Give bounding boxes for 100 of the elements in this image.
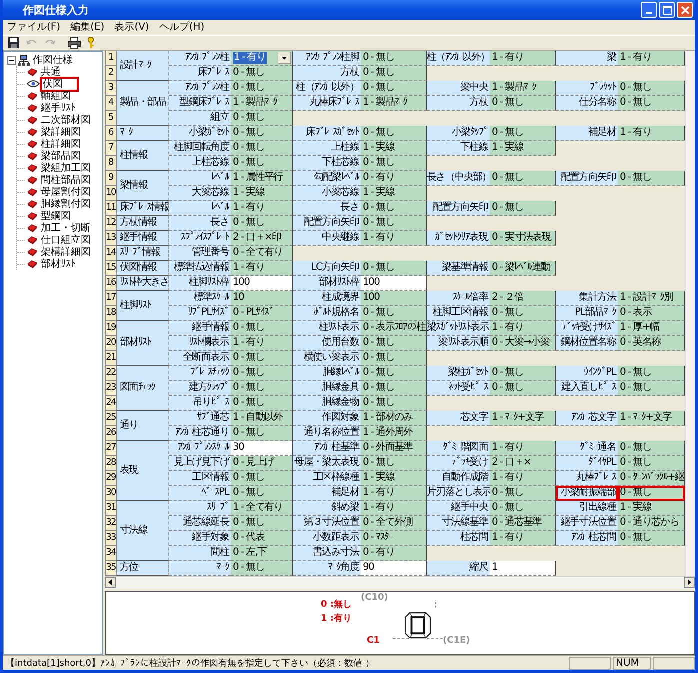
value-field[interactable]: 0 - 無し bbox=[618, 441, 685, 456]
value-field[interactable]: 0 - 無し bbox=[618, 381, 685, 396]
value-field[interactable]: 1 - 厚+幅 bbox=[618, 321, 685, 336]
value-field[interactable]: 0 - 無し bbox=[490, 366, 556, 381]
value-field[interactable]: 0 - 無し bbox=[231, 126, 293, 141]
value-field[interactable]: 0 - 無し bbox=[231, 321, 293, 336]
value-field[interactable]: 1 - 有り bbox=[361, 486, 427, 501]
value-field[interactable]: 0 - 無し bbox=[490, 381, 556, 396]
value-field[interactable]: 30 bbox=[231, 441, 293, 456]
value-field[interactable]: 0 - 無し bbox=[618, 456, 685, 471]
value-field[interactable]: 1 - 製品ﾏｰｸ bbox=[490, 81, 556, 96]
value-field[interactable]: 0 - 無し bbox=[361, 456, 427, 471]
value-field[interactable]: 1 - 設計ﾏｰｸ別 bbox=[618, 291, 685, 306]
value-field[interactable]: 0 - 無し bbox=[231, 141, 293, 156]
value-field[interactable]: 0 - 無し bbox=[361, 156, 427, 171]
value-field[interactable]: 1 - 製品ﾏｰｸ bbox=[231, 96, 293, 111]
menu-item[interactable]: ヘルプ(H) bbox=[159, 21, 205, 34]
value-field[interactable]: 1 - 実線 bbox=[231, 186, 293, 201]
value-field[interactable]: 0 - 無し bbox=[231, 471, 293, 486]
value-field[interactable]: 0 - 無し bbox=[490, 96, 556, 111]
value-field[interactable]: 0 - 無し bbox=[361, 396, 427, 411]
value-field[interactable]: 1 - 有り bbox=[490, 51, 556, 66]
value-field[interactable]: 0 - 無し bbox=[231, 366, 293, 381]
value-field[interactable]: 1 - 部材のみ bbox=[361, 411, 427, 426]
value-field[interactable]: 0 - 無し bbox=[361, 366, 427, 381]
value-field[interactable]: 1 - 実線 bbox=[361, 471, 427, 486]
value-field[interactable]: 0 - 無し bbox=[618, 96, 685, 111]
value-field[interactable]: 0 - 全て有り bbox=[231, 246, 293, 261]
value-field[interactable]: 0 - 無し bbox=[618, 81, 685, 96]
tree-item[interactable]: 母屋割付図 bbox=[40, 186, 92, 198]
value-field[interactable]: 1 - 実線 bbox=[361, 186, 427, 201]
value-field[interactable]: 2 - 口＋× bbox=[490, 456, 556, 471]
value-field[interactable]: 0 - 無し bbox=[618, 531, 685, 546]
value-field[interactable]: 0 - 英名称 bbox=[618, 336, 685, 351]
value-field[interactable]: 0 - 無し bbox=[361, 381, 427, 396]
value-field[interactable]: 0 - 無し bbox=[361, 336, 427, 351]
value-field[interactable]: 1 - 有り bbox=[618, 126, 685, 141]
key-icon[interactable] bbox=[87, 37, 95, 49]
value-field[interactable]: 2 - ２倍 bbox=[490, 291, 556, 306]
value-field[interactable]: 0 - 通り芯から bbox=[618, 516, 685, 531]
value-field[interactable]: 0 - 無し bbox=[618, 366, 685, 381]
close-button[interactable] bbox=[677, 2, 693, 18]
save-icon[interactable] bbox=[8, 37, 20, 49]
value-field[interactable]: 1 - 自動以外 bbox=[231, 411, 293, 426]
value-field[interactable]: 0 - 表示 bbox=[618, 306, 685, 321]
value-field[interactable]: 1 - ﾏｰｸ+文字 bbox=[490, 411, 556, 426]
value-field[interactable]: 100 bbox=[361, 291, 427, 306]
value-field[interactable]: 1 - 製品ﾏｰｸ bbox=[361, 96, 427, 111]
value-field[interactable]: 0 - 梁ﾚﾍﾞﾙ連動 bbox=[490, 261, 556, 276]
value-field[interactable]: 0 - 無し bbox=[490, 126, 556, 141]
maximize-button[interactable] bbox=[659, 2, 675, 18]
tree-item[interactable]: 共通 bbox=[40, 66, 62, 78]
value-field[interactable]: 90 bbox=[361, 561, 427, 576]
value-field[interactable]: 1 - 有り bbox=[231, 261, 293, 276]
tree-item[interactable]: 部材ﾘｽﾄ bbox=[40, 258, 77, 270]
value-field[interactable]: 1 - 実線 bbox=[490, 141, 556, 156]
value-field[interactable]: 0 - 無し bbox=[618, 171, 685, 186]
tree-item[interactable]: 胴縁割付図 bbox=[40, 198, 92, 210]
value-field[interactable]: 2 - 口＋×印 bbox=[231, 231, 293, 246]
value-field[interactable]: 0 - 無し bbox=[231, 381, 293, 396]
tree-item[interactable]: 梁組加工図 bbox=[40, 162, 92, 174]
collapse-icon[interactable] bbox=[7, 56, 16, 64]
value-field[interactable]: 0 - 表示ﾌﾛｱの柱 bbox=[361, 321, 427, 336]
tree-item[interactable]: 継手ﾘｽﾄ bbox=[40, 102, 77, 114]
value-field[interactable]: 0 - 無し bbox=[490, 501, 556, 516]
value-field[interactable]: 0 - 無し bbox=[361, 66, 427, 81]
value-field[interactable]: 0 - 無し bbox=[231, 426, 293, 441]
value-field[interactable]: 1 - 有り bbox=[231, 201, 293, 216]
value-field[interactable]: 1 - 実線 bbox=[361, 141, 427, 156]
value-field[interactable]: 1 - 通外周外 bbox=[361, 426, 427, 441]
tree-item[interactable]: 柱詳細図 bbox=[40, 138, 82, 150]
value-field[interactable]: 0 - 有り bbox=[361, 171, 427, 186]
value-field[interactable]: 0 - 大梁→小梁 bbox=[490, 336, 556, 351]
value-field[interactable]: 0 - 無し bbox=[361, 216, 427, 231]
tree-item[interactable]: 加工・切断 bbox=[40, 222, 92, 234]
value-field[interactable]: 0 - 無し bbox=[490, 306, 556, 321]
tree-item[interactable]: 型鋼図 bbox=[40, 210, 72, 222]
scroll-right-icon[interactable] bbox=[684, 577, 695, 588]
value-field[interactable]: 0 - 見上げ bbox=[231, 456, 293, 471]
minimize-button[interactable] bbox=[641, 2, 657, 18]
value-field[interactable]: 1 - 有り bbox=[618, 51, 685, 66]
value-field[interactable]: 0 - 左,下 bbox=[231, 546, 293, 561]
value-field[interactable]: 1 - 有り bbox=[490, 441, 556, 456]
value-field[interactable]: 0 - 代表 bbox=[231, 531, 293, 546]
value-field[interactable]: 0 - 無し bbox=[361, 51, 427, 66]
value-field[interactable]: 0 - ﾏｽﾀｰ bbox=[361, 531, 427, 546]
value-field[interactable]: 1 - 実線 bbox=[618, 501, 685, 516]
value-field[interactable]: 0 - 通芯基準 bbox=[490, 516, 556, 531]
tree-item[interactable]: 仕口組立図 bbox=[40, 234, 92, 246]
value-field[interactable]: 0 - 外面基準 bbox=[361, 441, 427, 456]
value-field[interactable]: 1 - 有り bbox=[361, 231, 427, 246]
tree-item[interactable]: 梁詳細図 bbox=[40, 126, 82, 138]
value-field[interactable]: 0 - 無し bbox=[490, 171, 556, 186]
menu-item[interactable]: ファイル(F) bbox=[7, 21, 61, 34]
value-field[interactable]: 1 - 有り bbox=[490, 471, 556, 486]
value-field[interactable]: 0 - 実寸法表現 bbox=[490, 231, 556, 246]
tree-item[interactable]: 架構詳細図 bbox=[40, 246, 92, 258]
value-field[interactable]: 0 - 全て外側 bbox=[361, 516, 427, 531]
value-field[interactable]: 1 - 全て有り bbox=[231, 501, 293, 516]
tree-item[interactable]: 軸組図 bbox=[40, 90, 72, 102]
